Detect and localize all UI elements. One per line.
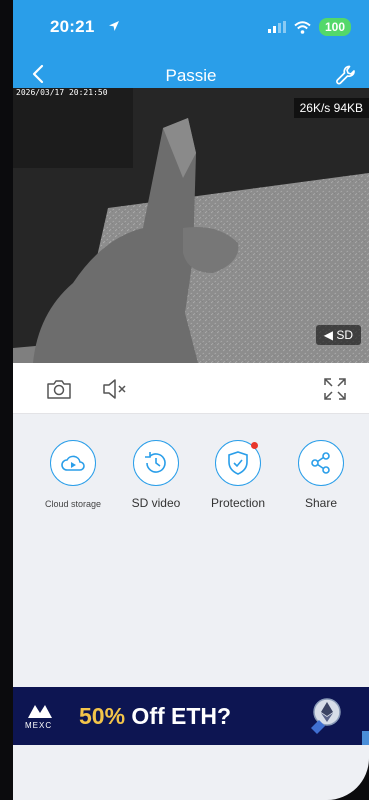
- quality-label: SD: [336, 328, 353, 342]
- sd-video-label: SD video: [131, 496, 181, 510]
- quality-toggle[interactable]: ◀ SD: [315, 325, 361, 345]
- ad-banner[interactable]: MEXC 50% Off ETH?: [13, 687, 369, 745]
- protection-button[interactable]: Protection: [197, 440, 279, 510]
- ad-brand: MEXC: [25, 721, 53, 730]
- video-toolbar: [13, 363, 369, 414]
- cloud-storage-button[interactable]: Cloud storage: [32, 440, 114, 509]
- cloud-storage-label: Cloud storage: [44, 499, 102, 509]
- camera-image: [13, 88, 369, 363]
- sd-video-button[interactable]: SD video: [115, 440, 197, 510]
- fullscreen-icon[interactable]: [321, 375, 349, 403]
- protection-circle: [215, 440, 261, 486]
- signal-icon: [267, 21, 286, 33]
- bitrate-readout: 26K/s 94KB: [293, 98, 369, 118]
- wifi-icon: [294, 20, 311, 34]
- ad-offer: Off ETH?: [125, 703, 232, 729]
- mexc-logo-icon: [28, 705, 52, 718]
- status-icons: 100: [267, 18, 351, 36]
- cloud-play-icon: [61, 455, 85, 471]
- protection-label: Protection: [210, 496, 266, 510]
- speaker-muted-icon[interactable]: [101, 375, 129, 403]
- caret-left-icon: ◀: [323, 328, 333, 342]
- ad-info-corner[interactable]: [362, 731, 369, 745]
- sd-video-circle: [133, 440, 179, 486]
- share-circle: [298, 440, 344, 486]
- location-arrow-icon: [109, 21, 119, 31]
- app-header: 20:21 100 Passie: [13, 0, 369, 88]
- ethereum-coin-icon: [311, 698, 341, 734]
- ad-headline: 50% Off ETH?: [79, 703, 231, 730]
- app-screen: 20:21 100 Passie 2026/03/17 20:21:50 26K…: [13, 0, 369, 800]
- share-label: Share: [304, 496, 338, 510]
- wrench-settings-icon[interactable]: [335, 64, 357, 86]
- camera-feed[interactable]: 2026/03/17 20:21:50 26K/s 94KB ◀ SD: [13, 88, 369, 363]
- history-clock-icon: [145, 452, 166, 473]
- status-time: 20:21: [50, 17, 95, 36]
- cloud-storage-circle: [50, 440, 96, 486]
- share-icon: [311, 452, 330, 474]
- camera-snapshot-icon[interactable]: [45, 375, 73, 403]
- battery-indicator: 100: [318, 18, 351, 36]
- share-button[interactable]: Share: [280, 440, 362, 510]
- feature-actions: Cloud storage SD video Protection Share: [13, 440, 369, 520]
- ad-discount: 50%: [79, 703, 126, 729]
- notification-dot: [251, 442, 258, 449]
- shield-check-icon: [228, 451, 248, 475]
- video-timestamp: 2026/03/17 20:21:50: [16, 88, 108, 97]
- page-title: Passie: [165, 66, 217, 85]
